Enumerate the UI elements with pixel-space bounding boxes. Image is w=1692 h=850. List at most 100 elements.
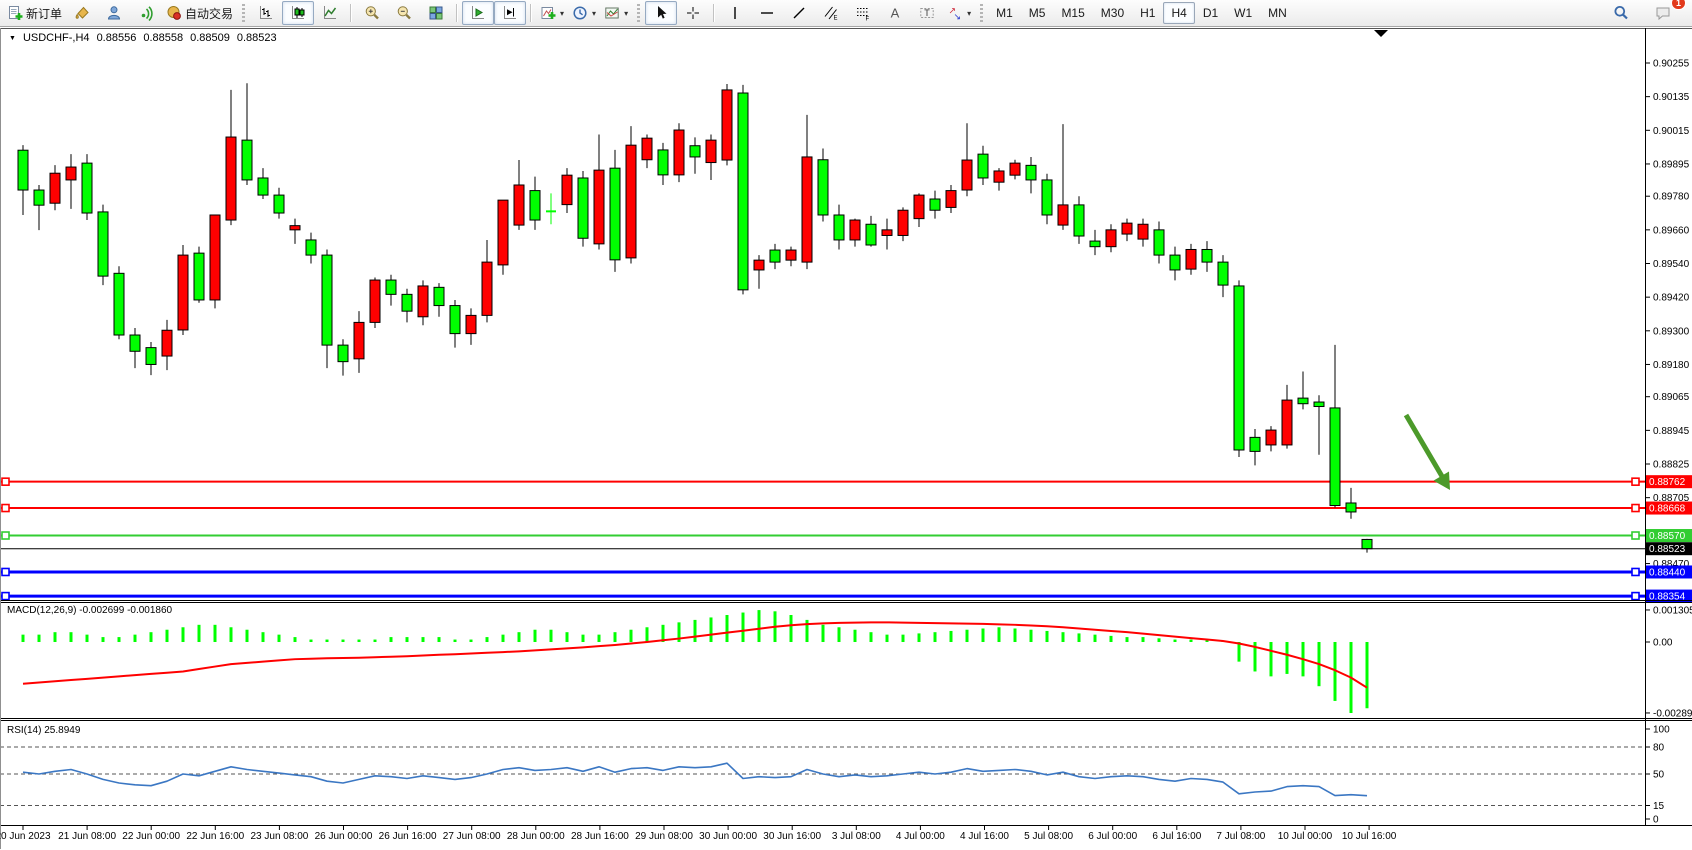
svg-text:-0.00289: -0.00289 [1653,708,1692,719]
timeframe-w1[interactable]: W1 [1226,2,1260,24]
auto-scroll-icon [470,5,486,21]
svg-text:T: T [924,8,930,18]
zoom-in-icon [364,5,380,21]
svg-text:0.89540: 0.89540 [1653,259,1690,270]
svg-text:50: 50 [1653,770,1665,781]
svg-text:0.88523: 0.88523 [1649,544,1686,555]
timeframe-m15[interactable]: M15 [1053,2,1092,24]
svg-text:5 Jul 08:00: 5 Jul 08:00 [1024,831,1073,842]
chart-title-collapse-icon[interactable]: ▼ [9,35,16,42]
tile-windows-button[interactable] [420,1,452,25]
indicators-icon [540,5,556,21]
auto-trading-button-label: 自动交易 [185,5,233,22]
svg-text:30 Jun 00:00: 30 Jun 00:00 [699,831,757,842]
text-label-button[interactable]: T [911,1,943,25]
svg-text:0.90135: 0.90135 [1653,92,1690,103]
svg-text:7 Jul 08:00: 7 Jul 08:00 [1216,831,1265,842]
cursor-button[interactable] [645,1,677,25]
svg-text:E: E [834,16,838,22]
zoom-out-button[interactable] [388,1,420,25]
fibonacci-button[interactable]: F [847,1,879,25]
bar-chart-button[interactable] [250,1,282,25]
svg-text:0.00: 0.00 [1653,638,1673,649]
timeframe-m5[interactable]: M5 [1021,2,1054,24]
search-icon [1613,5,1629,21]
profile-icon [106,5,122,21]
text-button[interactable]: A [879,1,911,25]
timeframe-h4[interactable]: H4 [1163,2,1194,24]
periods-button[interactable]: ▾ [568,1,600,25]
new-order-icon [7,5,23,21]
chevron-down-icon: ▾ [560,9,564,18]
timeframe-mn[interactable]: MN [1260,2,1295,24]
zoom-in-button[interactable] [356,1,388,25]
signal-icon [138,5,154,21]
svg-text:0.89660: 0.89660 [1653,225,1690,236]
svg-text:0.89180: 0.89180 [1653,360,1690,371]
auto-trading-button[interactable]: 自动交易 [162,1,237,25]
indicators-button[interactable]: ▾ [536,1,568,25]
svg-text:6 Jul 00:00: 6 Jul 00:00 [1088,831,1137,842]
timeframe-m5-label: M5 [1029,6,1046,20]
timeframe-m30[interactable]: M30 [1093,2,1132,24]
timeframe-h1[interactable]: H1 [1132,2,1163,24]
search-button[interactable] [1605,1,1637,25]
svg-text:0.88762: 0.88762 [1649,477,1686,488]
vertical-line-button[interactable] [719,1,751,25]
timeframe-d1[interactable]: D1 [1195,2,1226,24]
templates-button[interactable]: ▾ [600,1,632,25]
candlestick-icon [290,5,306,21]
timeframe-mn-label: MN [1268,6,1287,20]
timeframe-m1[interactable]: M1 [988,2,1021,24]
styler-button[interactable] [66,1,98,25]
chart-shift-button[interactable] [494,1,526,25]
clock-icon [572,5,588,21]
timeframe-h4-label: H4 [1171,6,1186,20]
svg-text:4 Jul 16:00: 4 Jul 16:00 [960,831,1009,842]
fibonacci-icon: F [855,5,871,21]
svg-text:0.90255: 0.90255 [1653,59,1690,70]
arrows-icon: ↗↘ [947,5,963,21]
chart-background [0,27,1692,850]
svg-text:80: 80 [1653,743,1665,754]
svg-text:↘: ↘ [954,12,962,22]
svg-text:15: 15 [1653,801,1665,812]
tile-windows-icon [428,5,444,21]
line-chart-button[interactable] [314,1,346,25]
candlestick-chart-button[interactable] [282,1,314,25]
crosshair-icon [685,5,701,21]
svg-text:28 Jun 16:00: 28 Jun 16:00 [571,831,629,842]
trendline-icon [791,5,807,21]
svg-text:6 Jul 16:00: 6 Jul 16:00 [1152,831,1201,842]
notifications-button[interactable]: 1 [1647,1,1679,25]
toolbar-grip [242,4,245,22]
toolbar-separator [456,4,458,22]
svg-text:3 Jul 08:00: 3 Jul 08:00 [832,831,881,842]
price-chart-svg[interactable]: 0.902550.901350.900150.898950.897800.896… [0,27,1692,850]
hline-icon [759,5,775,21]
arrows-button[interactable]: ↗↘▾ [943,1,975,25]
svg-text:0.89300: 0.89300 [1653,326,1690,337]
auto-scroll-button[interactable] [462,1,494,25]
new-order-button[interactable]: 新订单 [3,1,66,25]
bucket-icon [74,5,90,21]
profile-button[interactable] [98,1,130,25]
chart-window[interactable]: 0.902550.901350.900150.898950.897800.896… [0,27,1692,850]
toolbar-separator [350,4,352,22]
svg-text:A: A [891,6,900,21]
horizontal-line-button[interactable] [751,1,783,25]
svg-text:26 Jun 00:00: 26 Jun 00:00 [315,831,373,842]
text-label-icon: T [919,5,935,21]
channel-button[interactable]: E [815,1,847,25]
svg-text:29 Jun 08:00: 29 Jun 08:00 [635,831,693,842]
text-icon: A [887,5,903,21]
svg-text:22 Jun 00:00: 22 Jun 00:00 [122,831,180,842]
toolbar: 新订单自动交易▾▾▾EFAT↗↘▾M1M5M15M30H1H4D1W1MN1 [0,0,1692,27]
signals-button[interactable] [130,1,162,25]
toolbar-right-group: 1 [1605,1,1689,25]
svg-text:26 Jun 16:00: 26 Jun 16:00 [379,831,437,842]
crosshair-button[interactable] [677,1,709,25]
trendline-button[interactable] [783,1,815,25]
chart-shift-icon [502,5,518,21]
timeframe-m15-label: M15 [1061,6,1084,20]
